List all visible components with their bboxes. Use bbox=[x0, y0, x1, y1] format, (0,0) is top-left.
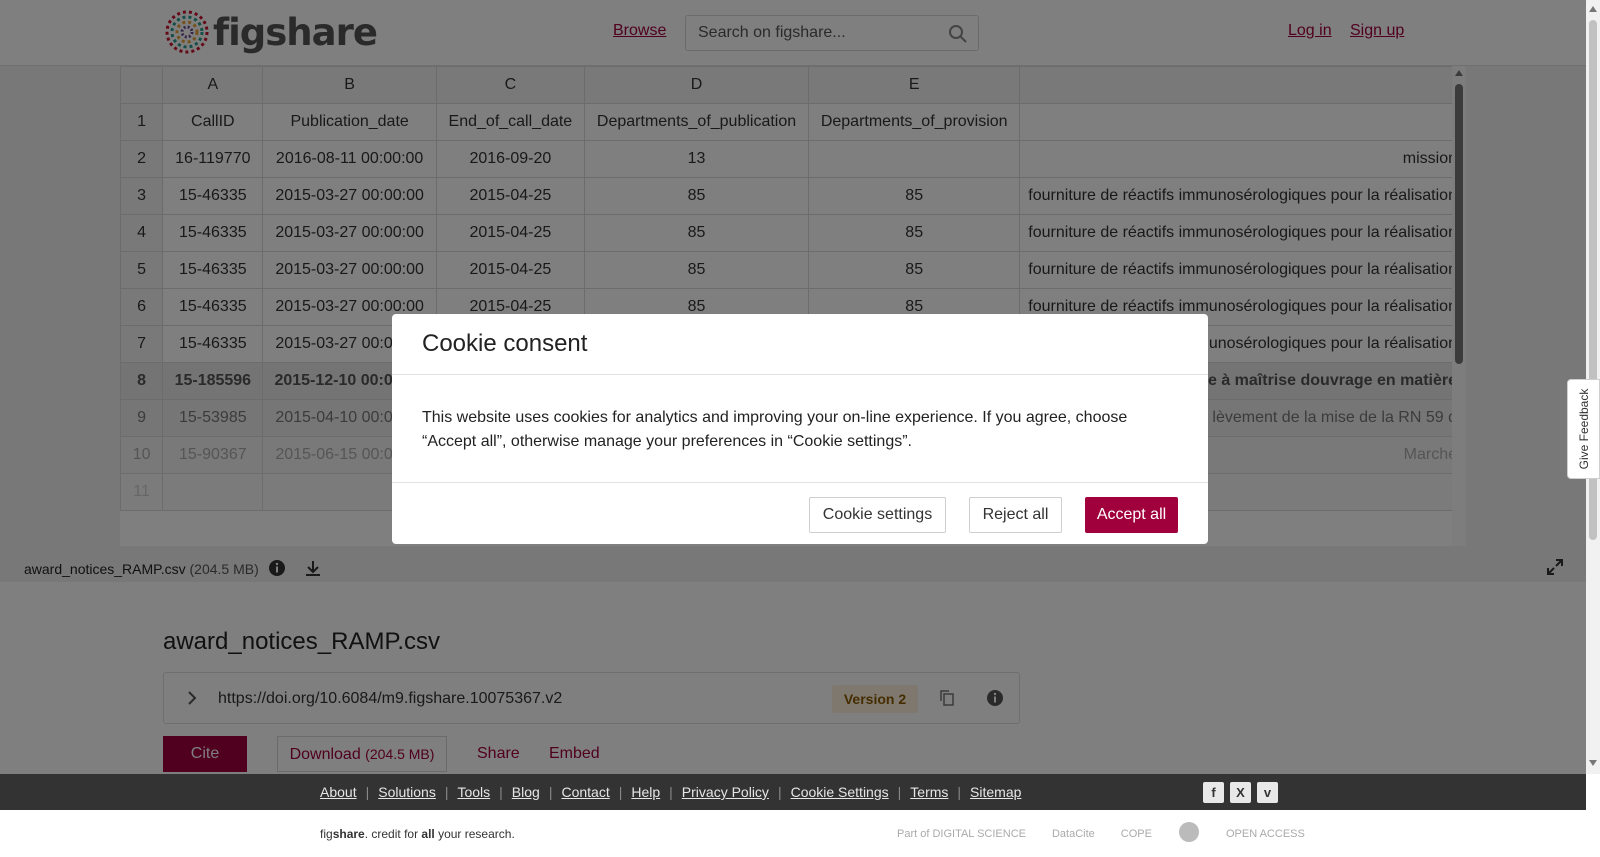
footer-separator: | bbox=[957, 784, 962, 800]
tagline-bold2: all bbox=[421, 827, 435, 841]
footer-link-blog[interactable]: Blog bbox=[512, 784, 540, 800]
vimeo-icon[interactable]: v bbox=[1257, 782, 1278, 803]
cookie-settings-button[interactable]: Cookie settings bbox=[809, 497, 946, 533]
reject-all-button[interactable]: Reject all bbox=[969, 497, 1062, 533]
footer-separator: | bbox=[897, 784, 902, 800]
footer-link-privacy-policy[interactable]: Privacy Policy bbox=[682, 784, 769, 800]
partner-logos: Part of DIGITAL SCIENCE DataCite COPE OP… bbox=[897, 821, 1305, 846]
tagline-mid: . credit for bbox=[364, 827, 422, 841]
modal-header: Cookie consent bbox=[392, 314, 1208, 375]
footer-bottom: figshare. credit for all your research. … bbox=[0, 810, 1586, 857]
globe-logo-icon[interactable] bbox=[1178, 821, 1200, 846]
page-scroll-down-icon[interactable] bbox=[1589, 760, 1597, 766]
footer-link-help[interactable]: Help bbox=[631, 784, 660, 800]
footer-separator: | bbox=[365, 784, 370, 800]
modal-title: Cookie consent bbox=[422, 330, 588, 357]
footer-separator: | bbox=[669, 784, 673, 800]
cookie-consent-dialog: Cookie consent This website uses cookies… bbox=[392, 314, 1208, 544]
modal-footer: Cookie settings Reject all Accept all bbox=[392, 482, 1208, 544]
x-icon[interactable]: X bbox=[1230, 782, 1251, 803]
tagline-bold: share bbox=[332, 827, 365, 841]
tagline-post: your research. bbox=[434, 827, 515, 841]
footer-link-contact[interactable]: Contact bbox=[561, 784, 609, 800]
footer-separator: | bbox=[499, 784, 503, 800]
tagline: figshare. credit for all your research. bbox=[320, 827, 515, 841]
footer-nav: About | Solutions | Tools | Blog | Contact | Help |… bbox=[0, 774, 1586, 810]
footer-separator: | bbox=[618, 784, 623, 800]
footer-link-about[interactable]: About bbox=[320, 784, 357, 800]
tagline-pre: fig bbox=[320, 827, 333, 841]
footer-link-terms[interactable]: Terms bbox=[910, 784, 948, 800]
page-scroll-up-icon[interactable] bbox=[1589, 6, 1597, 12]
footer-link-solutions[interactable]: Solutions bbox=[378, 784, 436, 800]
footer-separator: | bbox=[777, 784, 782, 800]
accept-all-button[interactable]: Accept all bbox=[1085, 497, 1178, 533]
social-links: f X v bbox=[1203, 782, 1278, 803]
give-feedback-label: Give Feedback bbox=[1576, 388, 1591, 470]
datacite-logo[interactable]: DataCite bbox=[1052, 828, 1095, 840]
give-feedback-tab[interactable]: Give Feedback bbox=[1567, 379, 1600, 479]
cope-logo[interactable]: COPE bbox=[1121, 828, 1152, 840]
footer-separator: | bbox=[548, 784, 553, 800]
footer-link-cookie-settings[interactable]: Cookie Settings bbox=[791, 784, 889, 800]
footer-link-sitemap[interactable]: Sitemap bbox=[970, 784, 1021, 800]
footer-separator: | bbox=[444, 784, 449, 800]
facebook-icon[interactable]: f bbox=[1203, 782, 1224, 803]
open-access-logo[interactable]: OPEN ACCESS bbox=[1226, 828, 1305, 840]
footer-link-tools[interactable]: Tools bbox=[457, 784, 490, 800]
digital-science-logo[interactable]: Part of DIGITAL SCIENCE bbox=[897, 828, 1026, 840]
modal-body-text: This website uses cookies for analytics … bbox=[422, 409, 1128, 450]
footer-links: About | Solutions | Tools | Blog | Contact | Help |… bbox=[320, 784, 1021, 800]
